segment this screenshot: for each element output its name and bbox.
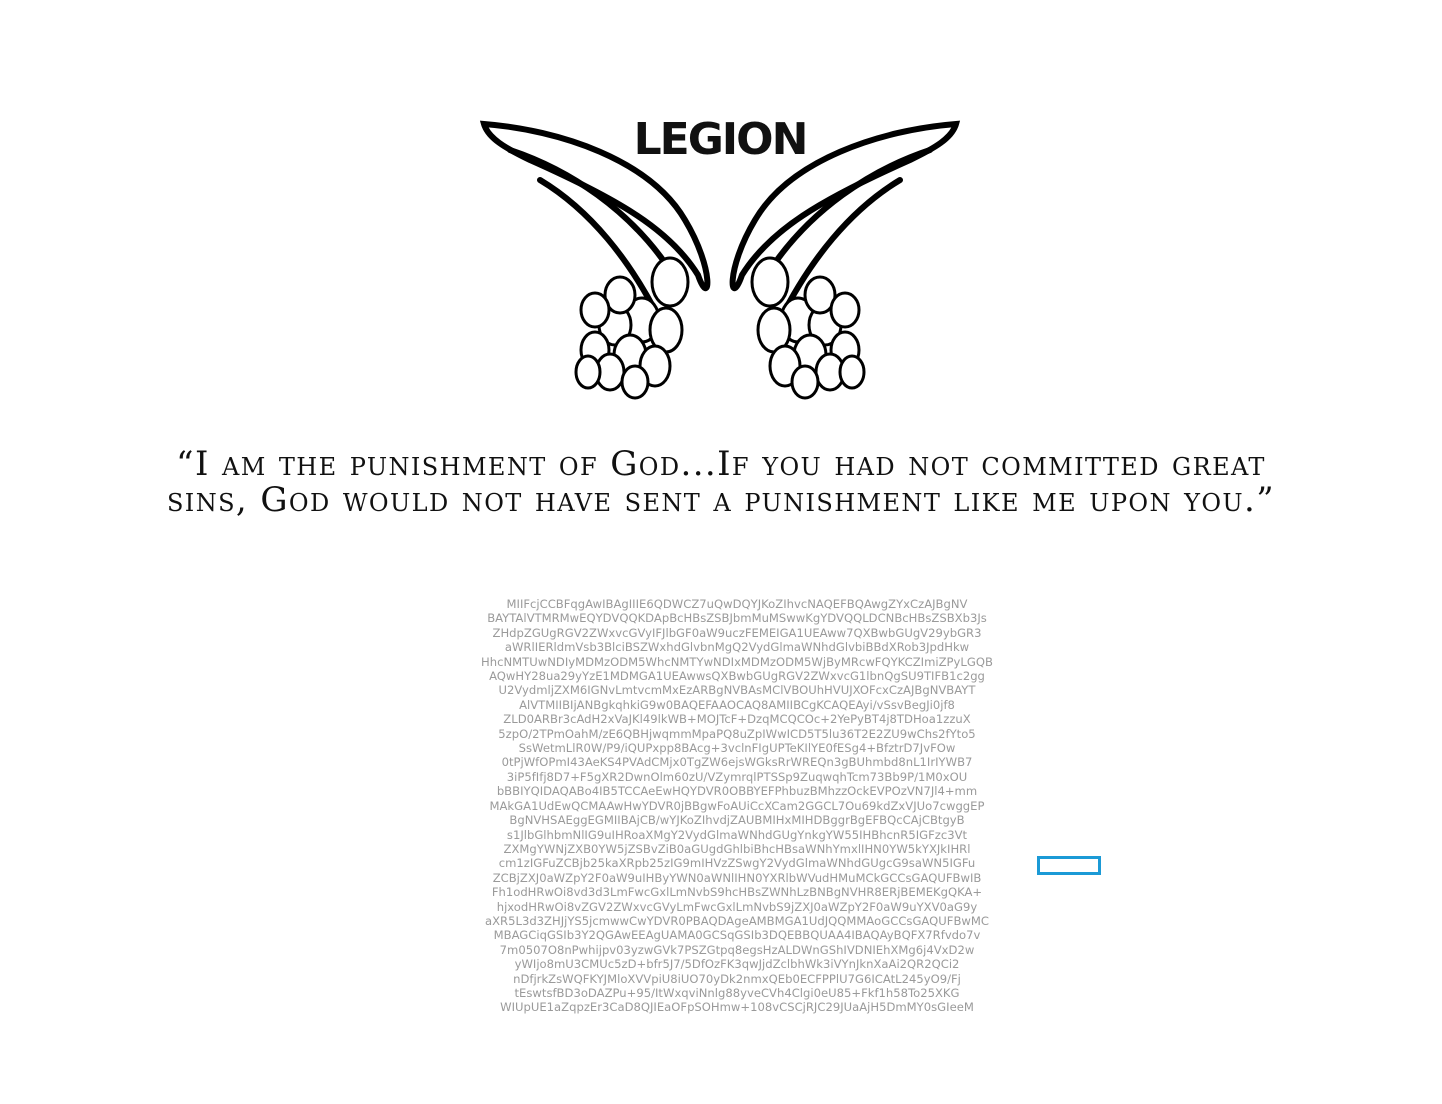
- legion-logo: LEGION: [470, 110, 970, 400]
- quote-text: “I am the punishment of God...If you had…: [60, 446, 1382, 518]
- certificate-line: 5zpO/2TPmOahM/zE6QBHjwqmmMpaPQ8uZpIWwICD…: [498, 726, 976, 741]
- certificate-line: BgNVHSAEggEGMIIBAjCB/wYJKoZIhvdjZAUBMIHx…: [509, 813, 965, 828]
- certificate-line: 3iP5fIfj8D7+F5gXR2DwnOlm60zU/VZymrqlPTSS…: [506, 769, 968, 784]
- certificate-line: cm1zIGFuZCBjb25kaXRpb25zIG9mIHVzZSwgY2Vy…: [498, 856, 976, 871]
- certificate-line: Fh1odHRwOi8vd3d3LmFwcGxlLmNvbS9hcHBsZWNh…: [491, 885, 983, 900]
- certificate-line: ZHdpZGUgRGV2ZWxvcGVyIFJlbGF0aW9uczFEMEIG…: [492, 625, 982, 640]
- certificate-line: yWIjo8mU3CMUc5zD+bfr5J7/5DfOzFK3qwJjdZcl…: [514, 957, 960, 972]
- certificate-line: hjxodHRwOi8vZGV2ZWxvcGVyLmFwcGxlLmNvbS9j…: [496, 899, 978, 914]
- quote-line: “I am the punishment of God...If you had…: [176, 444, 1266, 484]
- certificate-line: s1JlbGlhbmNlIG9uIHRoaXMgY2VydGlmaWNhdGUg…: [506, 827, 968, 842]
- certificate-line: HhcNMTUwNDIyMDMzODM5WhcNMTYwNDIxMDMzODM5…: [481, 654, 993, 669]
- certificate-line: WIUpUE1aZqpzEr3CaD8QJIEaOFpSOHmw+108vCSC…: [500, 1000, 974, 1015]
- certificate-line: aWRlIERldmVsb3BlciBSZWxhdGlvbnMgQ2VydGlm…: [504, 640, 970, 655]
- certificate-line: 7m0507O8nPwhijpv03yzwGVk7PSZGtpq8egsHzAL…: [499, 942, 975, 957]
- logo-wordmark: LEGION: [633, 114, 809, 165]
- certificate-line: ZXMgYWNjZXB0YW5jZSBvZiB0aGUgdGhlbiBhcHBs…: [503, 841, 971, 856]
- certificate-line: MBAGCiqGSIb3Y2QGAwEEAgUAMA0GCSqGSIb3DQEB…: [493, 928, 981, 943]
- certificate-line: tEswtsfBD3oDAZPu+95/ItWxqviNnlg88yveCVh4…: [514, 985, 960, 1000]
- certificate-line: ZLD0ARBr3cAdH2xVaJKl49lkWB+MOJTcF+DzqMCQ…: [503, 712, 971, 727]
- certificate-line: nDfjrkZsWQFKYJMloXVVpiU8iUO70yDk2nmxQEb0…: [513, 971, 961, 986]
- certificate-line: bBBIYQIDAQABo4IB5TCCAeEwHQYDVR0OBBYEFPhb…: [496, 784, 978, 799]
- certificate-line: aXR5L3d3ZHJjYS5jcmwwCwYDVR0PBAQDAgeAMBMG…: [485, 913, 989, 928]
- certificate-line: MAkGA1UdEwQCMAAwHwYDVR0jBBgwFoAUiCcXCam2…: [489, 798, 985, 813]
- certificate-line: SsWetmLlR0W/P9/iQUPxpp8BAcg+3vclnFIgUPTe…: [518, 741, 956, 756]
- certificate-line: ZCBjZXJ0aWZpY2F0aW9uIHByYWN0aWNlIHN0YXRl…: [492, 870, 982, 885]
- certificate-line: 0tPjWfOPmI43AeKS4PVAdCMjx0TgZW6ejsWGksRr…: [501, 755, 973, 770]
- certificate-line: BAYTAlVTMRMwEQYDVQQKDApBcHBsZSBJbmMuMSww…: [487, 611, 987, 626]
- certificate-line: AQwHY28ua29yYzE1MDMGA1UEAwwsQXBwbGUgRGV2…: [489, 669, 985, 684]
- certificate-text-block: MIIFcjCCBFqgAwIBAgIIIE6QDWCZ7uQwDQYJKoZI…: [420, 597, 1054, 1015]
- quote-line: sins, God would not have sent a punishme…: [166, 480, 1276, 520]
- certificate-line: AlVTMIIBIjANBgkqhkiG9w0BAQEFAAOCAQ8AMIIB…: [519, 697, 955, 712]
- certificate-line: MIIFcjCCBFqgAwIBAgIIIE6QDWCZ7uQwDQYJKoZI…: [506, 597, 968, 611]
- selection-highlight-box: [1037, 856, 1101, 875]
- certificate-line: U2VydmljZXM6IGNvLmtvcmMxEzARBgNVBAsMClVB…: [498, 683, 976, 698]
